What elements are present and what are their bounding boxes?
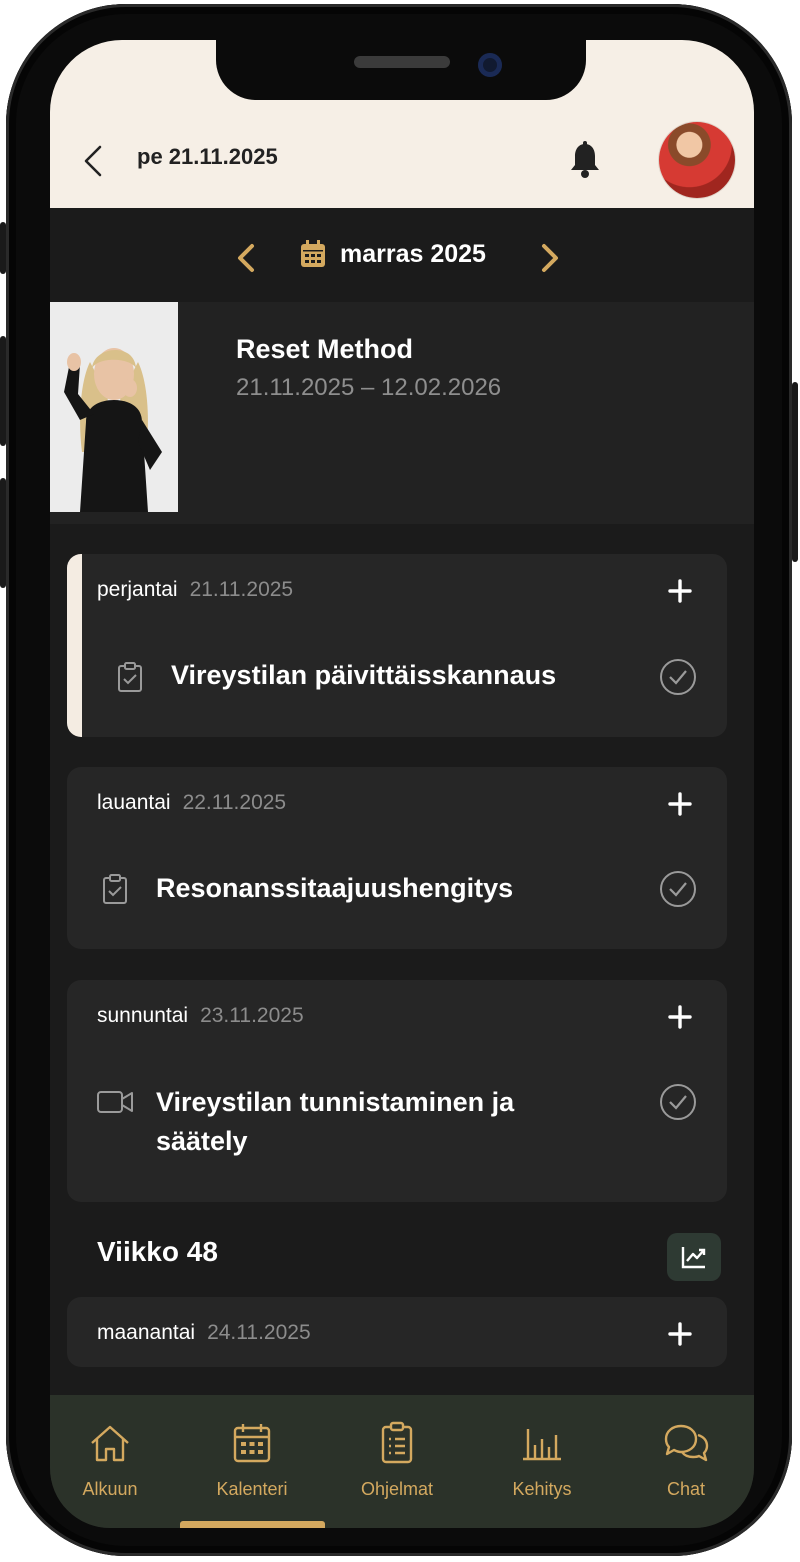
tab-calendar[interactable]: Kalenteri xyxy=(182,1395,322,1528)
tab-label: Alkuun xyxy=(82,1479,138,1499)
clipboard-check-icon xyxy=(103,874,127,904)
program-name: Reset Method xyxy=(236,334,414,364)
calendar-icon xyxy=(233,1424,271,1463)
chevron-left-icon[interactable] xyxy=(234,240,258,276)
task-title[interactable]: Vireystilan päivittäisskannaus xyxy=(171,656,641,695)
day-date: 23.11.2025 xyxy=(200,1004,304,1027)
day-card-monday: maanantai 24.11.2025 xyxy=(67,1297,727,1367)
chevron-right-icon[interactable] xyxy=(538,240,562,276)
tab-chat[interactable]: Chat xyxy=(616,1395,754,1528)
tab-home[interactable]: Alkuun xyxy=(50,1395,180,1528)
week-title: Viikko 48 xyxy=(97,1236,218,1267)
add-task-icon[interactable] xyxy=(667,791,693,817)
tab-progress[interactable]: Kehitys xyxy=(472,1395,612,1528)
tab-label: Chat xyxy=(666,1479,706,1499)
day-header: lauantai 22.11.2025 xyxy=(97,791,286,815)
avatar[interactable] xyxy=(659,122,735,198)
day-header: maanantai 24.11.2025 xyxy=(97,1321,311,1345)
week-progress-button[interactable] xyxy=(667,1233,721,1281)
task-title[interactable]: Resonanssitaajuushengitys xyxy=(156,869,636,908)
weekday-label: lauantai xyxy=(97,791,171,814)
tab-label: Kehitys xyxy=(512,1479,572,1499)
tab-label: Kalenteri xyxy=(216,1479,288,1499)
day-header: perjantai 21.11.2025 xyxy=(97,578,293,602)
active-tab-indicator xyxy=(180,1521,325,1528)
clipboard-list-icon xyxy=(381,1421,413,1464)
day-card-sunday: sunnuntai 23.11.2025 Vireystilan tunnista… xyxy=(67,980,727,1202)
calendar-icon xyxy=(301,240,325,267)
bar-chart-icon xyxy=(523,1429,561,1461)
home-icon xyxy=(91,1425,129,1462)
day-header: sunnuntai 23.11.2025 xyxy=(97,1004,304,1028)
front-camera xyxy=(478,53,502,77)
day-card-saturday: lauantai 22.11.2025 Resonanssitaajuusheng… xyxy=(67,767,727,949)
add-task-icon[interactable] xyxy=(667,1321,693,1347)
back-arrow-icon[interactable] xyxy=(80,144,110,178)
bell-icon[interactable] xyxy=(566,140,604,180)
day-date: 24.11.2025 xyxy=(207,1321,311,1344)
app-screen: pe 21.11.2025 marras 2025 Reset Method 2… xyxy=(50,40,754,1528)
month-label: marras 2025 xyxy=(340,240,486,268)
check-circle-icon[interactable] xyxy=(659,1083,697,1121)
check-circle-icon[interactable] xyxy=(659,658,697,696)
power-button xyxy=(792,382,798,562)
weekday-label: maanantai xyxy=(97,1321,196,1344)
clipboard-check-icon xyxy=(118,662,142,692)
video-icon xyxy=(97,1091,133,1113)
task-title[interactable]: Vireystilan tunnistaminen ja säätely xyxy=(156,1083,586,1161)
day-date: 22.11.2025 xyxy=(182,791,287,814)
tab-label: Ohjelmat xyxy=(360,1479,434,1499)
trend-chart-icon xyxy=(681,1247,706,1269)
phone-notch xyxy=(216,40,586,100)
tab-programs[interactable]: Ohjelmat xyxy=(327,1395,467,1528)
program-image xyxy=(50,302,178,512)
weekday-label: perjantai xyxy=(97,578,178,601)
speaker-grille xyxy=(354,56,450,68)
chat-bubbles-icon xyxy=(664,1424,709,1462)
add-task-icon[interactable] xyxy=(667,578,693,604)
day-card-friday: perjantai 21.11.2025 Vireystilan päivittä… xyxy=(67,554,727,737)
program-dates: 21.11.2025 – 12.02.2026 xyxy=(236,374,502,401)
check-circle-icon[interactable] xyxy=(659,870,697,908)
bottom-tab-bar: Alkuun Kalenteri Ohjelmat Kehitys Chat xyxy=(50,1395,754,1528)
weekday-label: sunnuntai xyxy=(97,1004,189,1027)
page-title: pe 21.11.2025 xyxy=(137,144,278,169)
add-task-icon[interactable] xyxy=(667,1004,693,1030)
day-date: 21.11.2025 xyxy=(189,578,294,601)
